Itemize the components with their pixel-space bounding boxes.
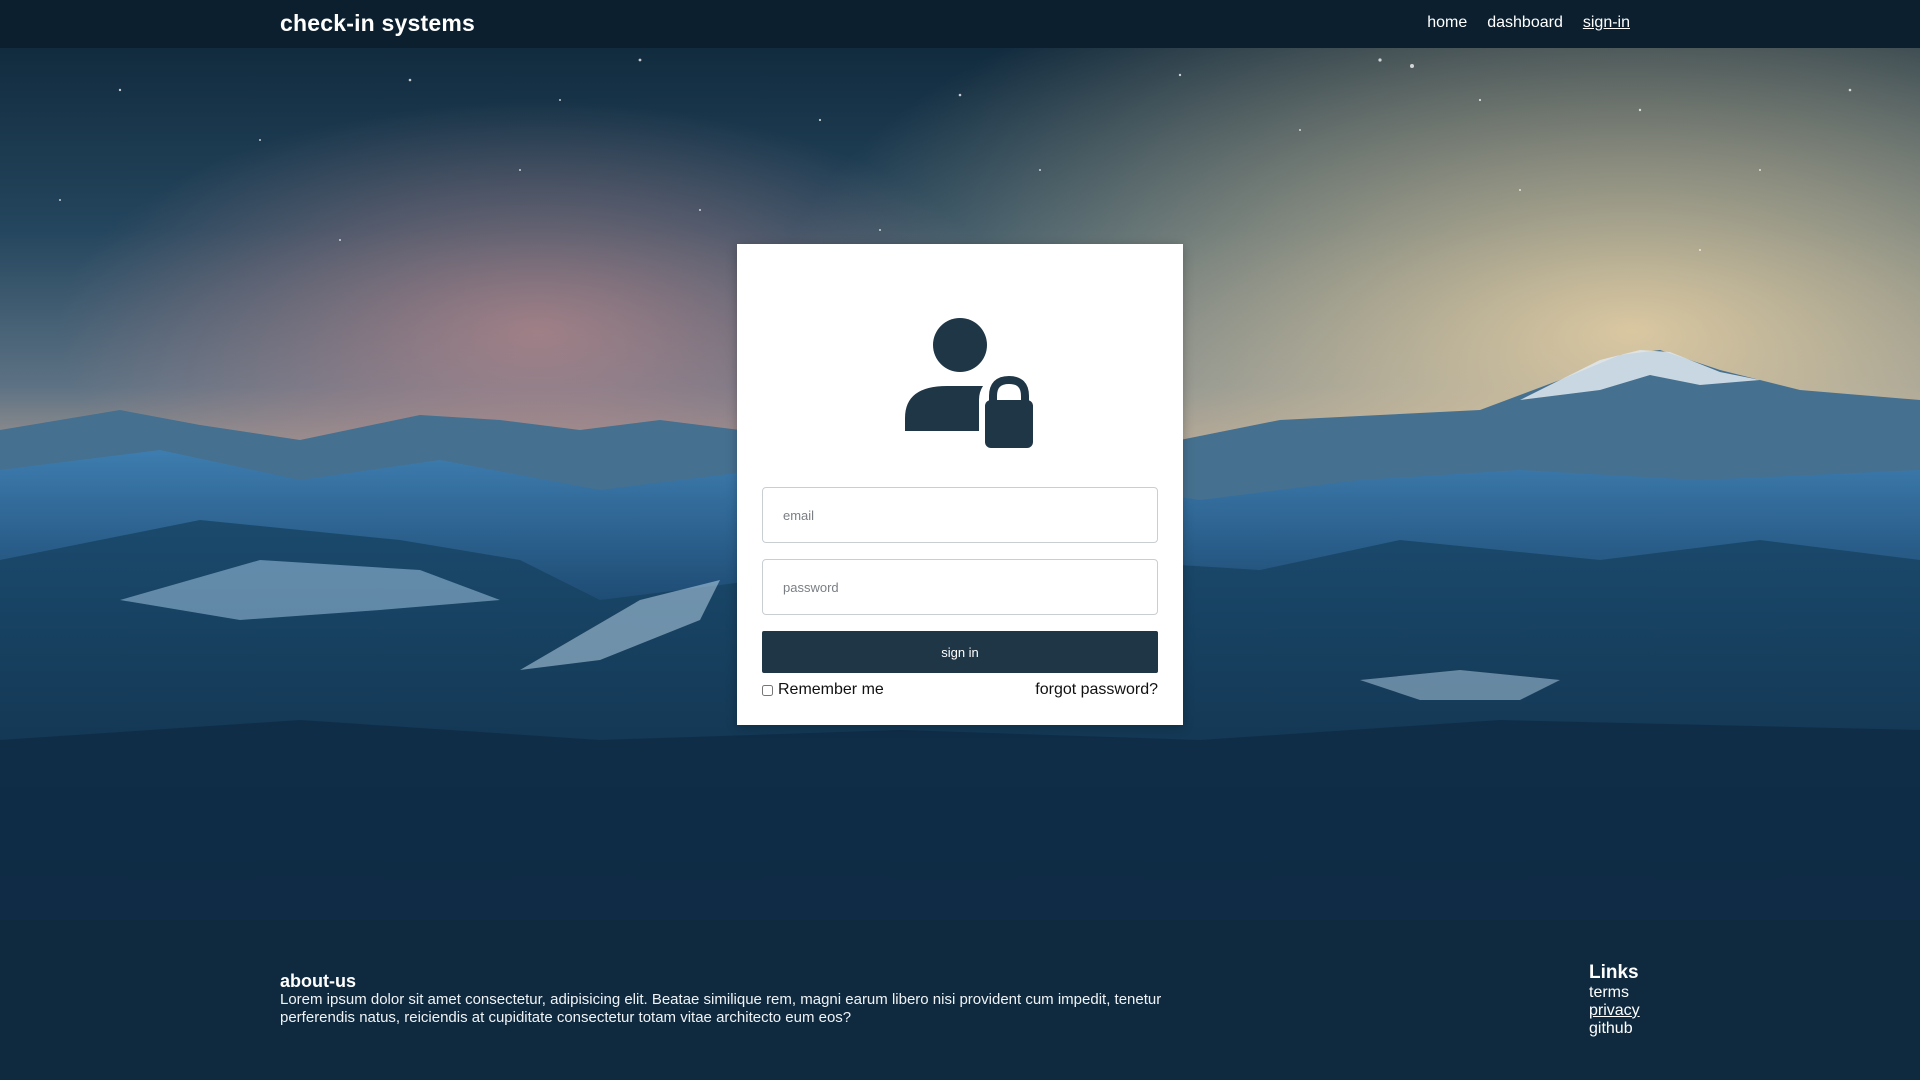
about-section: about-us Lorem ipsum dolor sit amet cons… [280, 971, 1240, 1027]
password-field[interactable] [762, 559, 1158, 615]
footer-link-terms[interactable]: terms [1589, 984, 1640, 1002]
nav-link-sign-in[interactable]: sign-in [1583, 14, 1630, 32]
nav-links: home dashboard sign-in [1427, 14, 1630, 32]
about-title: about-us [280, 971, 356, 991]
user-lock-icon [905, 318, 1033, 448]
brand-title[interactable]: check-in systems [280, 10, 475, 37]
footer: about-us Lorem ipsum dolor sit amet cons… [0, 920, 1920, 1080]
remember-me-label: Remember me [778, 681, 884, 698]
login-card: sign in Remember me forgot password? [737, 244, 1183, 725]
top-navbar: check-in systems home dashboard sign-in [0, 0, 1920, 48]
nav-link-dashboard[interactable]: dashboard [1487, 14, 1563, 32]
nav-link-home[interactable]: home [1427, 14, 1467, 32]
remember-me: Remember me [762, 681, 884, 699]
footer-link-github[interactable]: github [1589, 1020, 1640, 1038]
footer-links: Links terms privacy github [1589, 962, 1640, 1038]
links-title: Links [1589, 962, 1639, 983]
email-field[interactable] [762, 487, 1158, 543]
sign-in-button[interactable]: sign in [762, 631, 1158, 673]
forgot-password-link[interactable]: forgot password? [1035, 681, 1158, 699]
remember-me-checkbox[interactable] [762, 684, 773, 696]
about-text: Lorem ipsum dolor sit amet consectetur, … [280, 991, 1162, 1026]
footer-link-privacy[interactable]: privacy [1589, 1002, 1640, 1020]
